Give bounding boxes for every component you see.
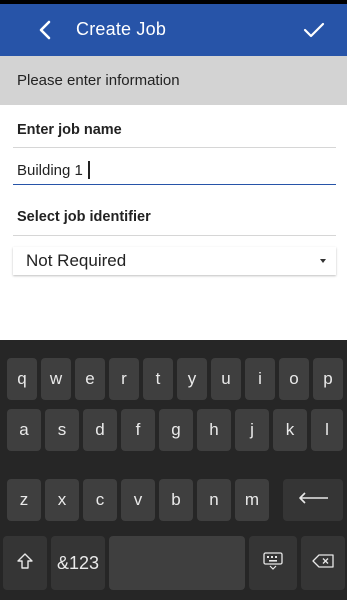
key-t[interactable]: t [143, 358, 173, 400]
key-z[interactable]: z [7, 479, 41, 521]
app-bar: Create Job [0, 4, 347, 56]
page-title: Create Job [76, 19, 167, 39]
on-screen-keyboard: q w e r t y u i o p a s d f g h j k l z … [0, 340, 347, 600]
key-r[interactable]: r [109, 358, 139, 400]
divider [13, 235, 336, 236]
space-key[interactable] [109, 536, 245, 590]
shift-arrow-icon [16, 552, 34, 575]
text-cursor [88, 161, 90, 179]
key-w[interactable]: w [41, 358, 71, 400]
divider [13, 147, 336, 148]
back-chevron-icon[interactable] [34, 18, 56, 42]
key-y[interactable]: y [177, 358, 207, 400]
key-q[interactable]: q [7, 358, 37, 400]
enter-arrow-icon [296, 490, 330, 510]
job-name-input[interactable] [13, 157, 336, 185]
job-identifier-selected-value: Not Required [26, 251, 127, 270]
key-n[interactable]: n [197, 479, 231, 521]
job-identifier-select[interactable]: Not Required [13, 247, 336, 275]
key-x[interactable]: x [45, 479, 79, 521]
key-k[interactable]: k [273, 409, 307, 451]
key-l[interactable]: l [311, 409, 343, 451]
backspace-key[interactable] [301, 536, 345, 590]
key-d[interactable]: d [83, 409, 117, 451]
symbols-key[interactable]: &123 [51, 536, 105, 590]
info-banner: Please enter information [0, 56, 347, 105]
key-i[interactable]: i [245, 358, 275, 400]
key-e[interactable]: e [75, 358, 105, 400]
key-m[interactable]: m [235, 479, 269, 521]
info-banner-text: Please enter information [17, 72, 180, 89]
enter-key[interactable] [283, 479, 343, 521]
keyboard-icon [263, 551, 283, 575]
key-h[interactable]: h [197, 409, 231, 451]
checkmark-icon[interactable] [301, 17, 327, 43]
key-p[interactable]: p [313, 358, 343, 400]
key-s[interactable]: s [45, 409, 79, 451]
key-j[interactable]: j [235, 409, 269, 451]
keyboard-switch-key[interactable] [249, 536, 297, 590]
key-a[interactable]: a [7, 409, 41, 451]
backspace-icon [312, 553, 334, 573]
job-name-label: Enter job name [17, 122, 122, 138]
key-b[interactable]: b [159, 479, 193, 521]
key-o[interactable]: o [279, 358, 309, 400]
dropdown-caret-icon [320, 259, 326, 263]
key-g[interactable]: g [159, 409, 193, 451]
key-c[interactable]: c [83, 479, 117, 521]
job-identifier-label: Select job identifier [17, 209, 151, 225]
key-v[interactable]: v [121, 479, 155, 521]
shift-key[interactable] [3, 536, 47, 590]
key-f[interactable]: f [121, 409, 155, 451]
key-u[interactable]: u [211, 358, 241, 400]
